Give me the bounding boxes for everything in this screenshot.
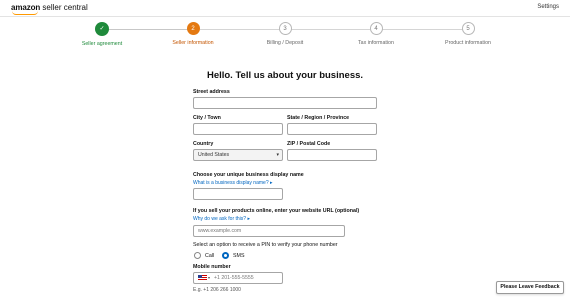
city-label: City / Town [193, 115, 221, 121]
help-link-text: Why do we ask for this? [193, 216, 247, 222]
checkmark-icon: ✓ [95, 22, 109, 36]
state-label: State / Region / Province [287, 115, 350, 121]
sms-label: SMS [233, 253, 245, 259]
website-label: If you sell your products online, enter … [193, 208, 360, 214]
display-name-help-link[interactable]: What is a business display name? ▸ [193, 180, 273, 186]
website-help-link[interactable]: Why do we ask for this? ▸ [193, 216, 250, 222]
state-input[interactable] [287, 123, 377, 135]
country-value: United States [198, 152, 230, 158]
pin-option-label: Select an option to receive a PIN to ver… [193, 242, 338, 248]
mobile-number-label: Mobile number [193, 264, 231, 270]
zip-label: ZIP / Postal Code [287, 141, 331, 147]
display-name-input[interactable] [193, 188, 283, 200]
city-input[interactable] [193, 123, 283, 135]
mobile-example-hint: E.g. +1 206 266 1000 [193, 287, 241, 293]
step-label: Product information [445, 40, 491, 46]
street-address-label: Street address [193, 89, 230, 95]
display-name-label: Choose your unique business display name [193, 172, 304, 178]
help-link-text: What is a business display name? [193, 180, 269, 186]
chevron-down-icon: ▾ [276, 152, 279, 158]
country-select[interactable]: United States ▾ [193, 149, 283, 161]
top-bar: amazon seller central Settings [0, 0, 570, 17]
call-label: Call [205, 253, 215, 259]
chevron-down-icon: ▾ [208, 275, 211, 280]
call-radio[interactable] [194, 252, 201, 259]
step-number: 3 [278, 22, 292, 35]
page-title: Hello. Tell us about your business. [206, 70, 364, 81]
settings-link[interactable]: Settings [537, 4, 559, 10]
mobile-number-input[interactable]: ▾ +1 201-555-5555 [193, 272, 283, 284]
country-label: Country [193, 141, 214, 147]
step-product-information[interactable]: 5 Product information [408, 20, 528, 46]
sms-radio[interactable] [222, 252, 229, 259]
us-flag-icon [198, 275, 207, 281]
step-number: 5 [461, 22, 475, 35]
street-address-input[interactable] [193, 97, 377, 109]
registration-stepper: ✓ Seller agreement 2 Seller information … [0, 20, 570, 52]
zip-input[interactable] [287, 149, 377, 161]
logo-suffix: seller central [42, 3, 88, 12]
mobile-placeholder: +1 201-555-5555 [214, 275, 254, 281]
step-number: 4 [369, 22, 383, 35]
amazon-smile-icon [12, 11, 38, 15]
step-number: 2 [186, 22, 200, 35]
leave-feedback-button[interactable]: Please Leave Feedback [496, 281, 564, 294]
website-url-input[interactable]: www.example.com [193, 225, 345, 237]
seller-central-logo[interactable]: amazon seller central [11, 3, 88, 15]
